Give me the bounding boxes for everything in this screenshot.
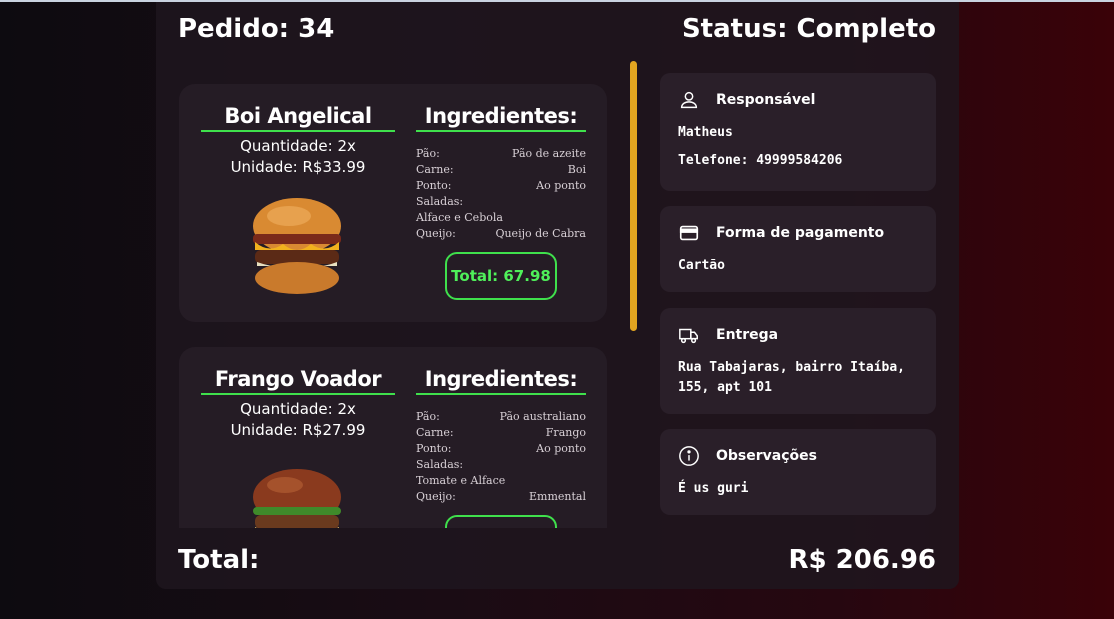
footer-total-label: Total:: [178, 545, 260, 575]
ingredient-value: Ao ponto: [536, 442, 586, 455]
order-number: Pedido: 34: [178, 14, 335, 44]
user-icon: [680, 91, 698, 109]
ingredient-label: Ponto:: [416, 179, 452, 192]
ingredient-value: Boi: [567, 163, 586, 176]
burger-image: [253, 198, 341, 294]
product-quantity: Quantidade: 2x: [240, 137, 356, 155]
ingredient-label: Saladas:: [416, 195, 464, 208]
notes-card: Observações É us guri: [660, 429, 936, 515]
item-total-badge: Total: 67.98: [445, 252, 557, 300]
responsible-card: Responsável Matheus Telefone: 4999958420…: [660, 73, 936, 191]
ingredient-value: Tomate e Alface: [416, 474, 506, 487]
order-item-card: Frango Voador Quantidade: 2x Unidade: R$…: [179, 347, 607, 528]
order-item-card: Boi Angelical Quantidade: 2x Unidade: R$…: [179, 84, 607, 322]
responsible-title: Responsável: [716, 92, 816, 108]
product-quantity: Quantidade: 2x: [240, 400, 356, 418]
footer-total-value: R$ 206.96: [788, 545, 937, 575]
ingredient-label: Queijo:: [416, 227, 456, 240]
burger-image: [253, 469, 341, 528]
ingredient-value: Emmental: [529, 490, 586, 503]
notes-value: É us guri: [678, 481, 749, 496]
payment-title: Forma de pagamento: [716, 225, 885, 241]
ingredients-list: Pão: Pão australiano Carne: Frango Ponto: A…: [416, 409, 586, 505]
ingredient-label: Saladas:: [416, 458, 464, 471]
credit-card-icon: [679, 225, 699, 241]
delivery-address-line1: Rua Tabajaras, bairro Itaíba,: [678, 360, 905, 375]
info-icon: [679, 446, 699, 466]
product-name: Frango Voador: [201, 367, 395, 395]
ingredient-label: Pão:: [416, 410, 440, 423]
delivery-address-line2: 155, apt 101: [678, 380, 772, 395]
item-total-badge: [445, 515, 557, 528]
responsible-phone: Telefone: 49999584206: [678, 153, 843, 168]
order-items-list[interactable]: Boi Angelical Quantidade: 2x Unidade: R$…: [178, 62, 608, 528]
product-name: Boi Angelical: [201, 104, 395, 132]
payment-value: Cartão: [678, 258, 725, 273]
ingredient-label: Ponto:: [416, 442, 452, 455]
ingredients-title: Ingredientes:: [416, 104, 586, 132]
order-status: Status: Completo: [681, 14, 936, 44]
ingredient-label: Pão:: [416, 147, 440, 160]
ingredient-value: Ao ponto: [536, 179, 586, 192]
ingredients-title: Ingredientes:: [416, 367, 586, 395]
ingredient-value: Frango: [545, 426, 586, 439]
ingredient-value: Alface e Cebola: [416, 211, 503, 224]
scrollbar-thumb[interactable]: [630, 61, 637, 331]
ingredients-list: Pão: Pão de azeite Carne: Boi Ponto: Ao pon…: [416, 146, 586, 242]
payment-card: Forma de pagamento Cartão: [660, 206, 936, 292]
ingredient-label: Carne:: [416, 163, 454, 176]
ingredient-label: Carne:: [416, 426, 454, 439]
product-unit-price: Unidade: R$33.99: [230, 158, 366, 176]
notes-title: Observações: [716, 448, 817, 464]
ingredient-value: Pão de azeite: [512, 147, 586, 160]
truck-icon: [679, 328, 698, 344]
responsible-name: Matheus: [678, 125, 733, 140]
ingredient-value: Queijo de Cabra: [495, 227, 586, 240]
product-unit-price: Unidade: R$27.99: [230, 421, 366, 439]
ingredient-label: Queijo:: [416, 490, 456, 503]
delivery-card: Entrega Rua Tabajaras, bairro Itaíba, 15…: [660, 308, 936, 414]
delivery-title: Entrega: [716, 327, 779, 343]
ingredient-value: Pão australiano: [499, 410, 586, 423]
